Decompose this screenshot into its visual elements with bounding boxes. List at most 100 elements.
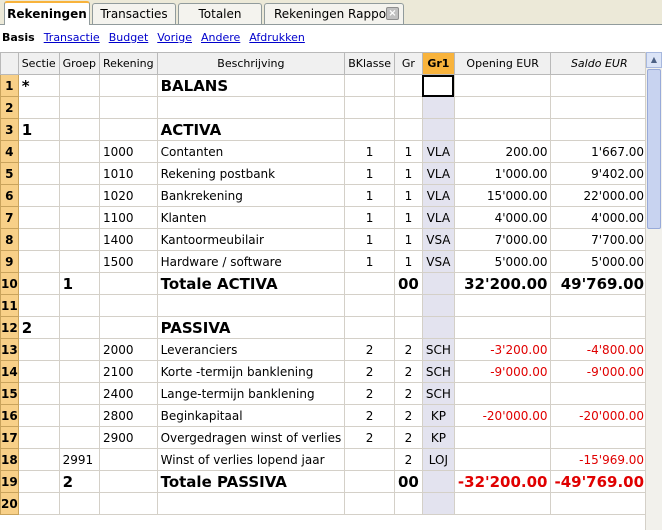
row-number[interactable]: 12 (0, 316, 19, 339)
cell-sectie[interactable] (17, 382, 60, 405)
cell-sectie[interactable] (17, 426, 60, 449)
cell-saldo[interactable]: 1'667.00 (550, 140, 645, 163)
row-number[interactable]: 2 (0, 96, 19, 119)
corner-cell[interactable] (0, 52, 19, 75)
vertical-scrollbar[interactable]: ▲ (645, 52, 662, 530)
cell-sectie[interactable]: 2 (17, 316, 60, 339)
col-header-sectie[interactable]: Sectie (17, 52, 60, 75)
cell-rekening[interactable]: 2800 (98, 404, 158, 427)
cell-rekening[interactable] (98, 118, 158, 141)
cell-beschrijving[interactable] (156, 492, 346, 515)
cell-rekening[interactable] (98, 448, 158, 471)
cell-opening[interactable]: 5'000.00 (453, 250, 552, 273)
cell-gr1[interactable]: VSA (421, 250, 455, 273)
cell-gr[interactable] (394, 74, 423, 97)
cell-beschrijving[interactable]: Totale PASSIVA (156, 470, 346, 493)
cell-opening[interactable] (453, 294, 552, 317)
cell-groep[interactable] (58, 294, 100, 317)
cell-sectie[interactable]: 1 (17, 118, 60, 141)
cell-gr[interactable]: 1 (394, 228, 423, 251)
cell-groep[interactable] (58, 162, 100, 185)
view-link-budget[interactable]: Budget (109, 31, 149, 44)
cell-beschrijving[interactable]: Rekening postbank (156, 162, 346, 185)
cell-rekening[interactable]: 2100 (98, 360, 158, 383)
cell-bklasse[interactable] (344, 316, 395, 339)
scroll-thumb[interactable] (647, 69, 661, 229)
cell-groep[interactable] (58, 118, 100, 141)
row-number[interactable]: 7 (0, 206, 19, 229)
cell-sectie[interactable] (17, 294, 60, 317)
cell-groep[interactable] (58, 338, 100, 361)
tab-rekeningen[interactable]: Rekeningen (4, 1, 90, 25)
cell-bklasse[interactable] (344, 272, 395, 295)
cell-bklasse[interactable] (344, 294, 395, 317)
row-number[interactable]: 6 (0, 184, 19, 207)
cell-sectie[interactable] (17, 470, 60, 493)
cell-opening[interactable] (453, 426, 552, 449)
cell-saldo[interactable]: -49'769.00 (550, 470, 645, 493)
row-number[interactable]: 17 (0, 426, 19, 449)
row-number[interactable]: 1 (0, 74, 19, 97)
cell-opening[interactable] (453, 316, 552, 339)
row-number[interactable]: 8 (0, 228, 19, 251)
cell-groep[interactable] (58, 316, 100, 339)
cell-gr1[interactable] (421, 118, 455, 141)
cell-bklasse[interactable]: 1 (344, 162, 395, 185)
row-number[interactable]: 18 (0, 448, 19, 471)
cell-opening[interactable]: 32'200.00 (453, 272, 552, 295)
cell-beschrijving[interactable] (156, 294, 346, 317)
cell-gr1[interactable]: SCH (421, 338, 455, 361)
cell-beschrijving[interactable]: Leveranciers (156, 338, 346, 361)
cell-saldo[interactable] (550, 316, 645, 339)
tab-transacties[interactable]: Transacties (92, 3, 176, 24)
cell-sectie[interactable] (17, 96, 60, 119)
cell-gr1[interactable]: SCH (421, 382, 455, 405)
cell-gr1[interactable]: VLA (421, 184, 455, 207)
cell-rekening[interactable]: 1020 (98, 184, 158, 207)
cell-rekening[interactable] (98, 272, 158, 295)
cell-gr[interactable] (394, 294, 423, 317)
cell-gr[interactable]: 2 (394, 426, 423, 449)
cell-sectie[interactable] (17, 338, 60, 361)
cell-beschrijving[interactable]: Bankrekening (156, 184, 346, 207)
cell-sectie[interactable] (17, 250, 60, 273)
cell-gr[interactable]: 2 (394, 404, 423, 427)
row-number[interactable]: 16 (0, 404, 19, 427)
cell-gr1[interactable]: VLA (421, 162, 455, 185)
cell-gr1[interactable] (421, 74, 455, 97)
cell-gr1[interactable] (421, 316, 455, 339)
row-number[interactable]: 5 (0, 162, 19, 185)
cell-bklasse[interactable]: 1 (344, 184, 395, 207)
cell-beschrijving[interactable]: Beginkapitaal (156, 404, 346, 427)
cell-saldo[interactable]: 5'000.00 (550, 250, 645, 273)
cell-saldo[interactable] (550, 74, 645, 97)
cell-opening[interactable]: 4'000.00 (453, 206, 552, 229)
cell-saldo[interactable]: -15'969.00 (550, 448, 645, 471)
accounts-grid[interactable]: Sectie Groep Rekening Beschrijving BKlas… (0, 52, 645, 530)
cell-bklasse[interactable] (344, 470, 395, 493)
cell-groep[interactable] (58, 492, 100, 515)
cell-opening[interactable]: -9'000.00 (453, 360, 552, 383)
cell-opening[interactable] (453, 382, 552, 405)
cell-groep[interactable] (58, 206, 100, 229)
cell-bklasse[interactable]: 2 (344, 360, 395, 383)
cell-saldo[interactable]: -20'000.00 (550, 404, 645, 427)
cell-rekening[interactable] (98, 492, 158, 515)
cell-sectie[interactable] (17, 492, 60, 515)
cell-groep[interactable] (58, 96, 100, 119)
cell-bklasse[interactable]: 2 (344, 426, 395, 449)
cell-sectie[interactable] (17, 448, 60, 471)
cell-sectie[interactable] (17, 162, 60, 185)
cell-gr[interactable] (394, 492, 423, 515)
row-number[interactable]: 3 (0, 118, 19, 141)
cell-opening[interactable] (453, 448, 552, 471)
cell-groep[interactable] (58, 184, 100, 207)
cell-opening[interactable]: -32'200.00 (453, 470, 552, 493)
cell-gr[interactable] (394, 118, 423, 141)
cell-beschrijving[interactable]: Overgedragen winst of verlies (156, 426, 346, 449)
col-header-beschrijving[interactable]: Beschrijving (156, 52, 346, 75)
cell-sectie[interactable]: * (17, 74, 60, 97)
cell-opening[interactable]: 1'000.00 (453, 162, 552, 185)
cell-opening[interactable]: -20'000.00 (453, 404, 552, 427)
row-number[interactable]: 13 (0, 338, 19, 361)
